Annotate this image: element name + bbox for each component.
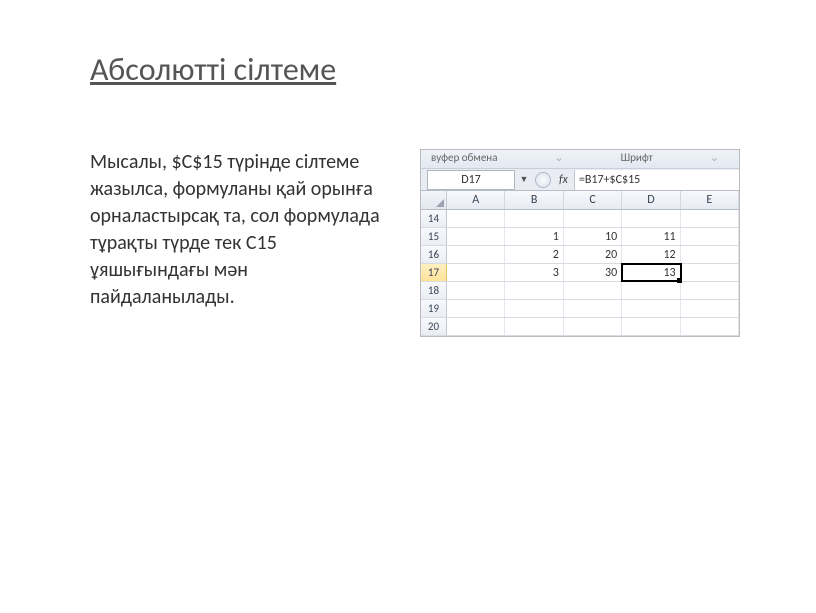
cell[interactable] <box>622 210 680 227</box>
cell[interactable] <box>505 282 563 299</box>
cell[interactable] <box>622 318 680 335</box>
ribbon-group-font: Шрифт <box>621 151 653 164</box>
cell[interactable]: 2 <box>505 246 563 263</box>
cell[interactable] <box>622 300 680 317</box>
cell[interactable] <box>505 300 563 317</box>
cell[interactable] <box>681 246 739 263</box>
col-header[interactable]: C <box>564 191 622 209</box>
row-header[interactable]: 16 <box>421 246 447 263</box>
fx-icon[interactable]: fx <box>559 173 568 187</box>
cell[interactable] <box>681 264 739 281</box>
cell[interactable] <box>564 282 622 299</box>
cell[interactable]: 3 <box>505 264 563 281</box>
col-header[interactable]: B <box>505 191 563 209</box>
row-header[interactable]: 18 <box>421 282 447 299</box>
col-header[interactable]: D <box>622 191 680 209</box>
cell[interactable] <box>564 210 622 227</box>
cell[interactable]: 1 <box>505 228 563 245</box>
cell[interactable] <box>447 210 505 227</box>
cell[interactable] <box>681 318 739 335</box>
cell[interactable] <box>447 264 505 281</box>
cell[interactable] <box>447 228 505 245</box>
cell[interactable] <box>681 300 739 317</box>
cell[interactable]: 20 <box>564 246 622 263</box>
cell[interactable]: 30 <box>564 264 622 281</box>
table-row: 19 <box>421 300 739 318</box>
formula-bar-buttons <box>531 172 555 188</box>
select-all-corner[interactable] <box>421 191 447 209</box>
excel-screenshot: вуфер обмена ⌄ Шрифт ⌄ D17 ▼ fx =B17+$C$… <box>420 149 740 337</box>
ribbon-hint: вуфер обмена ⌄ Шрифт ⌄ <box>421 150 739 169</box>
ribbon-separator: ⌄ <box>710 151 719 164</box>
slide: Абсолютті сілтеме Мысалы, $С$15 түрінде … <box>0 0 816 377</box>
cell[interactable] <box>681 282 739 299</box>
namebox-dropdown-icon[interactable]: ▼ <box>517 174 531 185</box>
body-paragraph: Мысалы, $С$15 түрінде сілтеме жазылса, ф… <box>90 149 390 311</box>
formula-bar[interactable]: =B17+$C$15 <box>574 170 739 190</box>
cell[interactable] <box>505 210 563 227</box>
ribbon-separator: ⌄ <box>554 151 563 164</box>
cell[interactable] <box>505 318 563 335</box>
cell[interactable] <box>447 246 505 263</box>
cell[interactable] <box>564 318 622 335</box>
table-row: 18 <box>421 282 739 300</box>
cell[interactable]: 12 <box>622 246 680 263</box>
table-row: 17 33013 <box>421 264 739 282</box>
table-row: 14 <box>421 210 739 228</box>
cell[interactable]: 13 <box>622 264 680 281</box>
col-header[interactable]: A <box>447 191 505 209</box>
row-header[interactable]: 20 <box>421 318 447 335</box>
ribbon-group-clipboard: вуфер обмена <box>431 151 497 164</box>
cell[interactable] <box>681 228 739 245</box>
page-title: Абсолютті сілтеме <box>90 50 756 89</box>
table-row: 16 22012 <box>421 246 739 264</box>
cell[interactable] <box>622 282 680 299</box>
name-box[interactable]: D17 <box>427 170 515 190</box>
cancel-icon[interactable] <box>535 172 551 188</box>
cell[interactable] <box>447 300 505 317</box>
table-row: 20 <box>421 318 739 336</box>
formula-bar-row: D17 ▼ fx =B17+$C$15 <box>421 169 739 191</box>
column-headers: A B C D E <box>421 191 739 210</box>
row-header[interactable]: 15 <box>421 228 447 245</box>
col-header[interactable]: E <box>681 191 739 209</box>
row-header[interactable]: 17 <box>421 264 447 281</box>
cell[interactable] <box>447 282 505 299</box>
row-header[interactable]: 19 <box>421 300 447 317</box>
cell[interactable] <box>447 318 505 335</box>
cell[interactable]: 11 <box>622 228 680 245</box>
cell[interactable] <box>681 210 739 227</box>
row-header[interactable]: 14 <box>421 210 447 227</box>
table-row: 15 11011 <box>421 228 739 246</box>
cell[interactable] <box>564 300 622 317</box>
content-row: Мысалы, $С$15 түрінде сілтеме жазылса, ф… <box>90 149 756 337</box>
spreadsheet-grid: A B C D E 14151101116220121733013181920 <box>421 191 739 336</box>
cell[interactable]: 10 <box>564 228 622 245</box>
